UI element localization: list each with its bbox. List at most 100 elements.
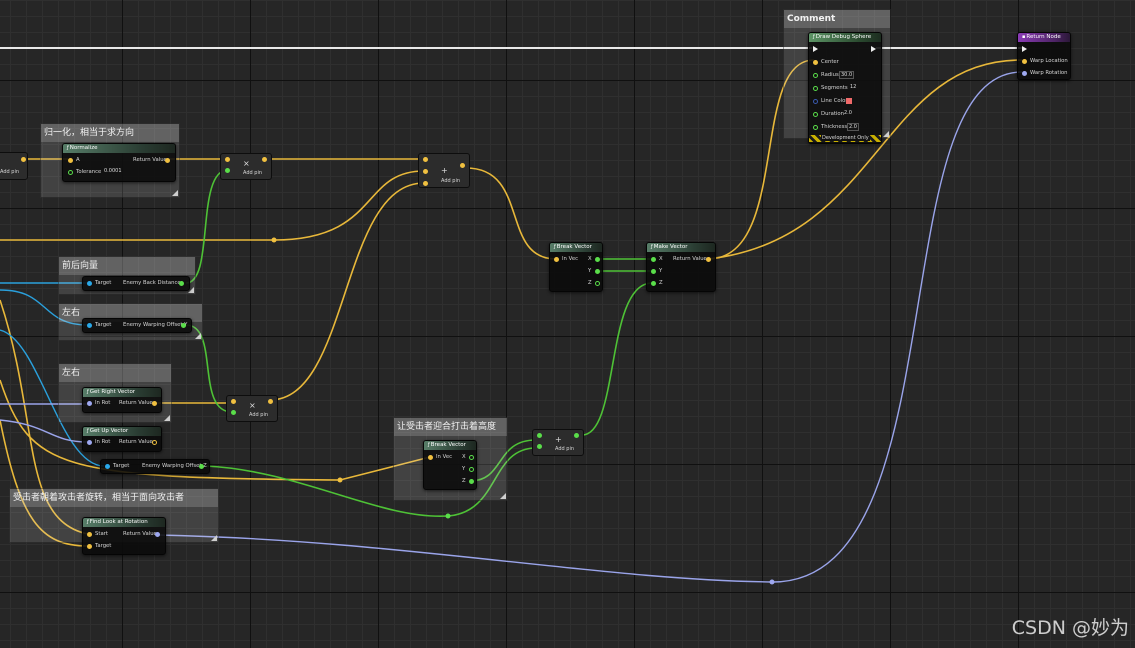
break-vector-node[interactable]: ƒBreak Vector In Vec X Y Z: [549, 242, 603, 292]
add-pin-button[interactable]: Add pin: [249, 412, 268, 418]
float-output-pin[interactable]: [574, 433, 579, 438]
pin-label: Y: [659, 268, 663, 274]
float-input-pin[interactable]: [813, 73, 818, 78]
vector-input-pin[interactable]: [428, 455, 433, 460]
duration-input[interactable]: 2.0: [843, 110, 853, 116]
vector-input-pin[interactable]: [1022, 59, 1027, 64]
vector-output-pin[interactable]: [152, 401, 157, 406]
float-output-pin[interactable]: [469, 467, 474, 472]
multiply-node[interactable]: × Add pin: [226, 395, 278, 422]
float-input-pin[interactable]: [651, 269, 656, 274]
enemy-warping-offset-y-node[interactable]: Target Enemy Warping Offset Y: [82, 318, 192, 333]
vector-input-pin[interactable]: [423, 169, 428, 174]
object-input-pin[interactable]: [87, 323, 92, 328]
float-input-pin[interactable]: [813, 112, 818, 117]
vector-input-pin[interactable]: [423, 181, 428, 186]
find-look-at-rotation-node[interactable]: ƒFind Look at Rotation Start Target Retu…: [82, 517, 166, 555]
float-output-pin[interactable]: [595, 257, 600, 262]
float-input-pin[interactable]: [651, 257, 656, 262]
float-output-pin[interactable]: [469, 455, 474, 460]
exec-output-pin[interactable]: [871, 46, 876, 52]
vector-output-pin[interactable]: [268, 399, 273, 404]
multiply-node[interactable]: × Add pin: [220, 153, 272, 180]
pin-label: Target: [95, 543, 112, 549]
float-input-pin[interactable]: [537, 433, 542, 438]
function-icon: ƒ: [87, 519, 89, 525]
vector-input-pin[interactable]: [554, 257, 559, 262]
resize-grip[interactable]: [195, 333, 201, 339]
pin-label: Y: [588, 268, 592, 274]
vector-output-pin[interactable]: [165, 158, 170, 163]
add-pin-button[interactable]: Add pin: [0, 169, 19, 175]
add-node[interactable]: + Add pin: [418, 153, 470, 188]
float-output-pin[interactable]: [181, 323, 186, 328]
resize-grip[interactable]: [211, 535, 217, 541]
add-node[interactable]: + Add pin: [532, 429, 584, 456]
draw-debug-sphere-node[interactable]: ƒDraw Debug Sphere Center Radius 30.0 Se…: [808, 32, 882, 144]
radius-input[interactable]: 30.0: [839, 71, 855, 79]
object-input-pin[interactable]: [87, 281, 92, 286]
vector-output-pin[interactable]: [262, 157, 267, 162]
normalize-node[interactable]: ƒNormalize A Tolerance 0.0001 Return Val…: [62, 143, 176, 182]
comment-title: 归一化，相当于求方向: [41, 124, 179, 142]
float-input-pin[interactable]: [231, 410, 236, 415]
vector-input-pin[interactable]: [225, 157, 230, 162]
get-right-vector-node[interactable]: ƒGet Right Vector In Rot Return Value: [82, 387, 162, 413]
get-up-vector-node[interactable]: ƒGet Up Vector In Rot Return Value: [82, 426, 162, 452]
add-node-partial[interactable]: Add pin: [0, 152, 28, 180]
enemy-back-distance-node[interactable]: Target Enemy Back Distance: [82, 276, 190, 291]
float-input-pin[interactable]: [537, 444, 542, 449]
add-pin-button[interactable]: Add pin: [243, 170, 262, 176]
resize-grip[interactable]: [500, 493, 506, 499]
vector-output-pin[interactable]: [706, 257, 711, 262]
int-input-pin[interactable]: [813, 86, 818, 91]
vector-output-pin[interactable]: [460, 163, 465, 168]
resize-grip[interactable]: [164, 415, 170, 421]
float-output-pin[interactable]: [595, 281, 600, 286]
vector-output-pin[interactable]: [152, 440, 157, 445]
reroute-node: [271, 237, 277, 243]
exec-input-pin[interactable]: [813, 46, 818, 52]
thickness-input[interactable]: 2.0: [847, 123, 859, 131]
vector-input-pin[interactable]: [68, 158, 73, 163]
return-node[interactable]: ▪Return Node Warp Location Warp Rotation: [1017, 32, 1071, 80]
float-input-pin[interactable]: [68, 170, 73, 175]
float-output-pin[interactable]: [469, 479, 474, 484]
resize-grip[interactable]: [883, 131, 889, 137]
make-vector-node[interactable]: ƒMake Vector X Y Z Return Value: [646, 242, 716, 292]
tolerance-input[interactable]: 0.0001: [103, 168, 123, 174]
vector-input-pin[interactable]: [87, 532, 92, 537]
vector-input-pin[interactable]: [813, 60, 818, 65]
function-icon: ƒ: [813, 34, 815, 40]
float-wire: [581, 282, 653, 436]
pin-label: Z: [588, 280, 592, 286]
add-pin-button[interactable]: Add pin: [555, 446, 574, 452]
float-output-pin[interactable]: [595, 269, 600, 274]
float-output-pin[interactable]: [199, 464, 204, 469]
resize-grip[interactable]: [172, 190, 178, 196]
float-input-pin[interactable]: [813, 125, 818, 130]
rotator-input-pin[interactable]: [87, 401, 92, 406]
color-swatch[interactable]: [846, 98, 852, 104]
rotator-output-pin[interactable]: [155, 532, 160, 537]
vector-pin[interactable]: [21, 157, 26, 162]
add-pin-button[interactable]: Add pin: [441, 178, 460, 184]
enemy-warping-offset-z-node[interactable]: Target Enemy Warping Offset Z: [100, 459, 210, 474]
rotator-input-pin[interactable]: [87, 440, 92, 445]
multiply-icon: ×: [249, 401, 256, 410]
function-icon: ƒ: [87, 428, 89, 434]
float-input-pin[interactable]: [651, 281, 656, 286]
object-input-pin[interactable]: [105, 464, 110, 469]
vector-input-pin[interactable]: [231, 399, 236, 404]
rotator-input-pin[interactable]: [1022, 71, 1027, 76]
watermark: CSDN @妙为: [1011, 617, 1129, 639]
vector-input-pin[interactable]: [87, 544, 92, 549]
pin-label: Center: [821, 59, 839, 65]
linear-color-input-pin[interactable]: [813, 99, 818, 104]
segments-input[interactable]: 12: [849, 84, 857, 90]
float-output-pin[interactable]: [179, 281, 184, 286]
break-vector-node[interactable]: ƒBreak Vector In Vec X Y Z: [423, 440, 477, 490]
float-input-pin[interactable]: [225, 168, 230, 173]
vector-input-pin[interactable]: [423, 157, 428, 162]
exec-input-pin[interactable]: [1022, 46, 1027, 52]
